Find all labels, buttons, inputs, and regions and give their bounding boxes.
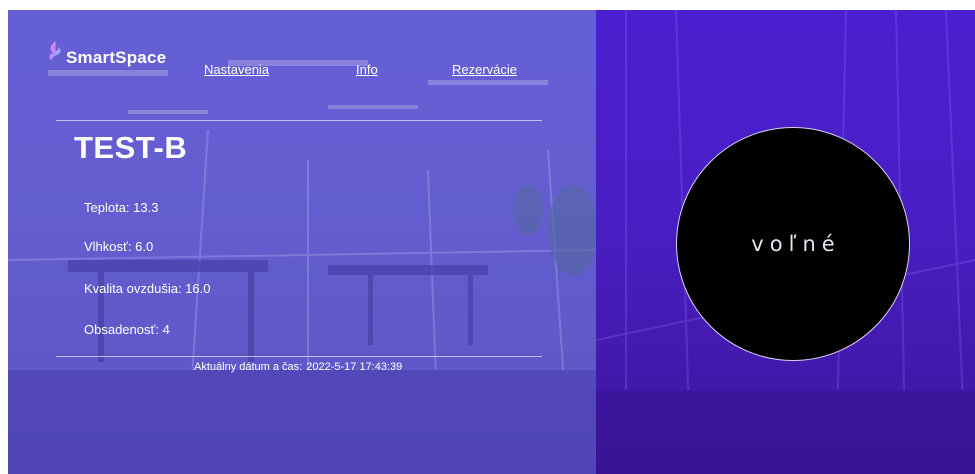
footer-divider <box>56 356 542 357</box>
metric-humidity: Vlhkosť: 6.0 <box>84 239 154 254</box>
metric-air-quality: Kvalita ovzdušia: 16.0 <box>84 281 211 296</box>
nav-link-info[interactable]: Info <box>356 62 378 77</box>
app-frame: SmartSpace Nastavenia Info Rezervácie TE… <box>8 10 975 474</box>
current-datetime: Aktuálny dátum a čas: 2022-5-17 17:43:39 <box>194 361 402 373</box>
metric-temperature: Teplota: 13.3 <box>84 200 159 215</box>
brand-logo[interactable]: SmartSpace <box>46 41 167 70</box>
metric-occupancy: Obsadenosť: 4 <box>84 322 170 337</box>
datetime-value: 2022-5-17 17:43:39 <box>306 361 403 373</box>
smartspace-flame-icon <box>49 41 61 61</box>
datetime-label: Aktuálny dátum a čas: <box>194 361 303 373</box>
availability-indicator: voľné <box>676 127 910 361</box>
nav-link-settings[interactable]: Nastavenia <box>204 62 269 77</box>
availability-status: voľné <box>751 232 841 256</box>
brand-name: SmartSpace <box>66 48 167 67</box>
header-divider <box>56 120 542 121</box>
room-title: TEST-B <box>74 130 188 165</box>
nav-link-reservations[interactable]: Rezervácie <box>452 62 517 77</box>
